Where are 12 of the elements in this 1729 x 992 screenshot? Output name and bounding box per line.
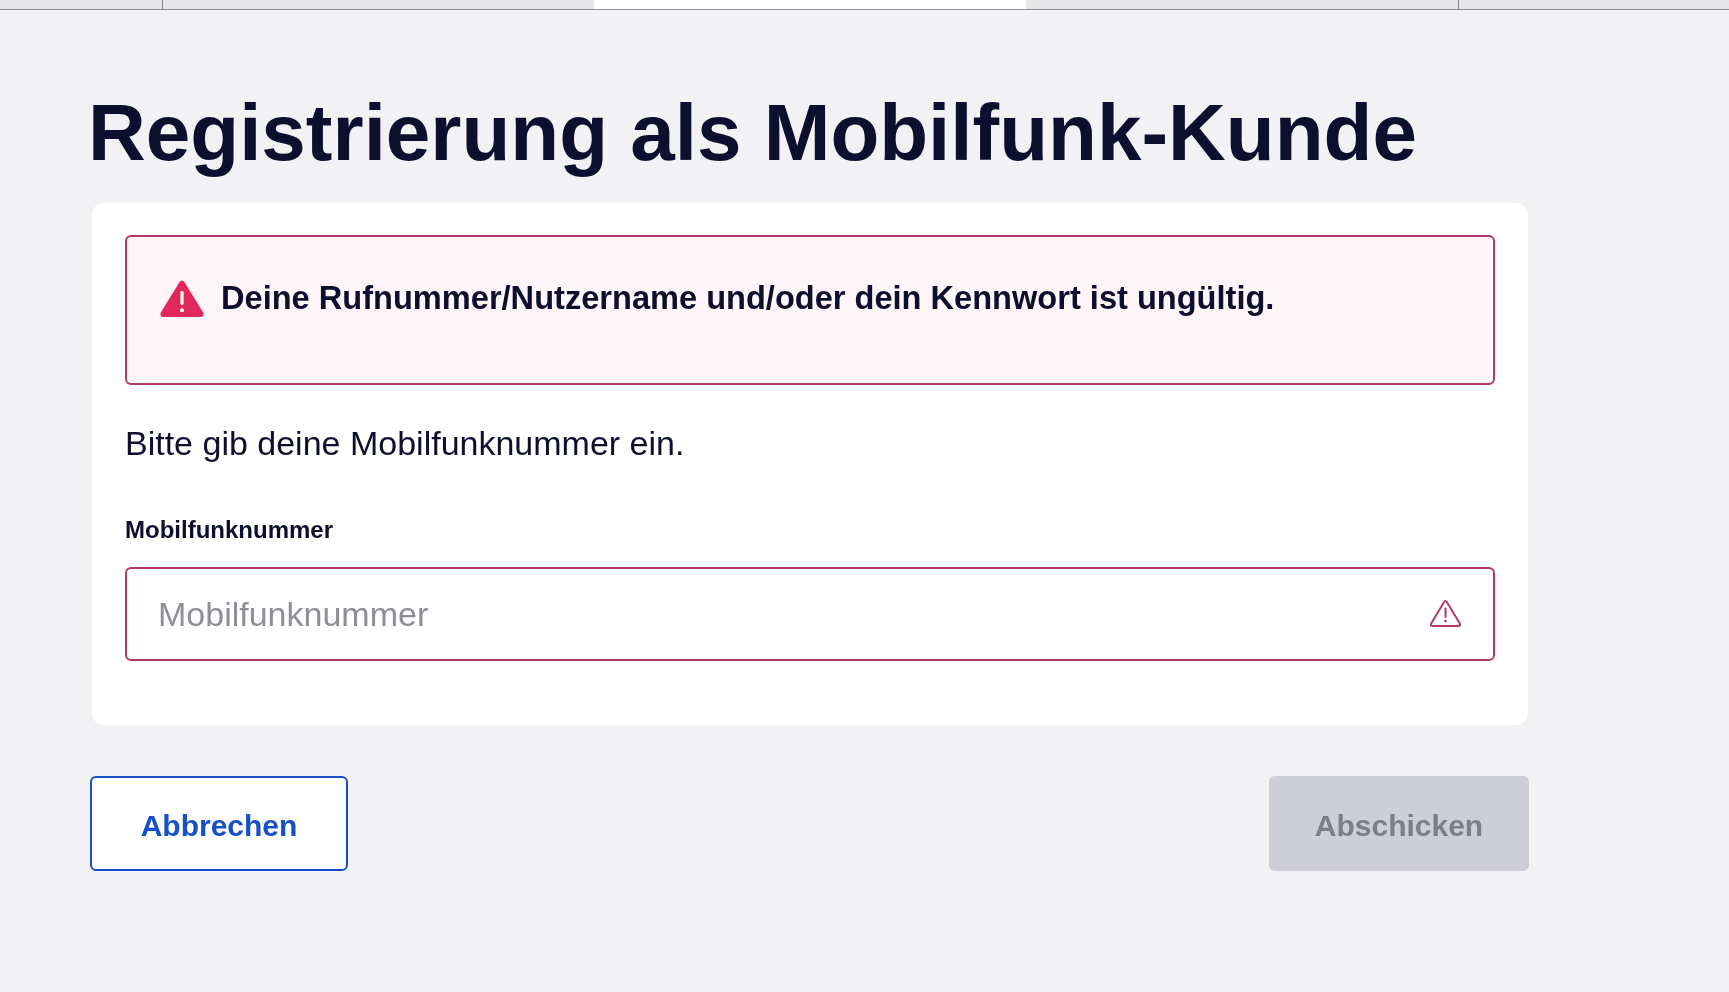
browser-tab[interactable] <box>1026 0 1458 10</box>
instruction-text: Bitte gib deine Mobilfunknummer ein. <box>125 423 685 463</box>
phone-input-field[interactable]: Mobilfunknummer <box>125 567 1495 661</box>
warning-icon <box>1430 600 1461 627</box>
browser-tab[interactable] <box>0 0 162 10</box>
cancel-button[interactable]: Abbrechen <box>90 776 348 871</box>
warning-icon <box>160 279 204 317</box>
field-label: Mobilfunknummer <box>125 515 333 545</box>
browser-tab[interactable] <box>162 0 594 10</box>
alert-message: Deine Rufnummer/Nutzername und/oder dein Kennwort ist ungültig. <box>221 279 1275 317</box>
browser-tab[interactable] <box>1458 0 1729 10</box>
browser-tab[interactable] <box>594 0 1026 10</box>
